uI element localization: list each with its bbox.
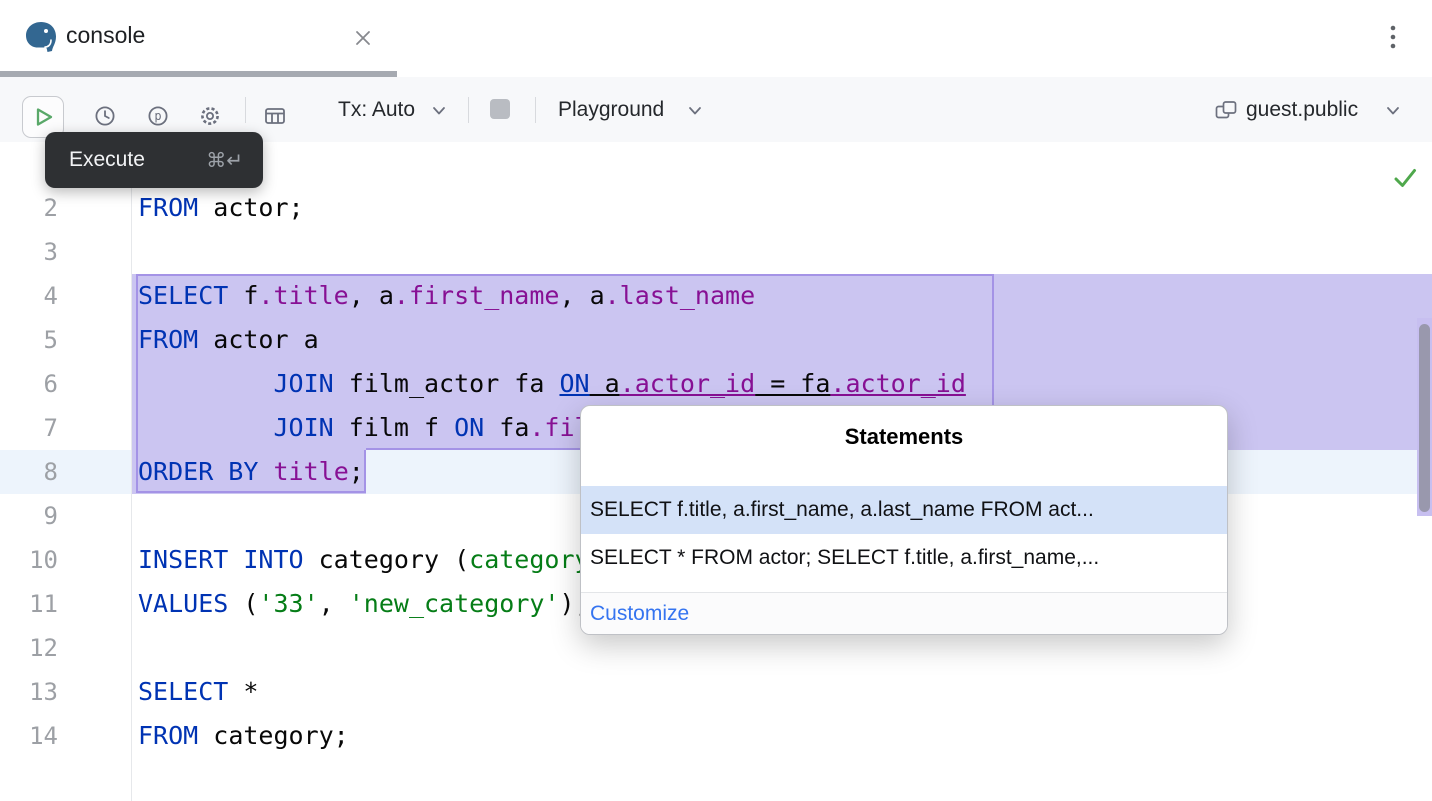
gear-icon: [198, 104, 222, 128]
code-text: SELECT f.title, a.first_name, a.last_nam…: [138, 274, 755, 318]
line-number[interactable]: 13: [0, 670, 58, 714]
popup-footer: Customize: [581, 593, 1227, 634]
statement-item[interactable]: SELECT * FROM actor; SELECT f.title, a.f…: [581, 534, 1227, 582]
line-number[interactable]: 5: [0, 318, 58, 362]
ide-window: console [PostgreSQL]: [0, 0, 1432, 801]
code-text: ORDER BY title;: [138, 450, 364, 494]
stop-button[interactable]: [489, 98, 511, 120]
line-number[interactable]: 3: [0, 230, 58, 274]
line-number[interactable]: 8: [0, 450, 58, 494]
statements-list: SELECT f.title, a.first_name, a.last_nam…: [581, 486, 1227, 582]
statements-popup: Statements SELECT f.title, a.first_name,…: [580, 405, 1228, 635]
line-number[interactable]: 2: [0, 186, 58, 230]
play-icon: [31, 105, 55, 129]
code-text: FROM actor a: [138, 318, 319, 362]
session-selector[interactable]: Playground: [558, 77, 664, 142]
code-text: FROM category;: [138, 714, 349, 758]
more-options-icon[interactable]: [1380, 21, 1406, 53]
editor-line-3[interactable]: 3: [0, 230, 1432, 274]
editor-line-2[interactable]: 2 FROM actor;: [0, 186, 1432, 230]
chevron-down-icon[interactable]: [432, 104, 446, 117]
close-icon[interactable]: [354, 29, 372, 47]
chevron-down-icon[interactable]: [1386, 104, 1400, 117]
code-text: FROM actor;: [138, 186, 304, 230]
results-table-button[interactable]: [255, 96, 295, 136]
editor-line-13[interactable]: 13 SELECT *: [0, 670, 1432, 714]
line-number[interactable]: 10: [0, 538, 58, 582]
editor-line-6[interactable]: 6 JOIN film_actor fa ON a.actor_id = fa.…: [0, 362, 1432, 406]
statement-item[interactable]: SELECT f.title, a.first_name, a.last_nam…: [581, 486, 1227, 534]
scrollbar-thumb[interactable]: [1419, 324, 1430, 512]
svg-text:p: p: [154, 109, 161, 123]
code-text: SELECT *: [138, 670, 258, 714]
inspections-check-icon[interactable]: [1392, 165, 1418, 191]
toolbar-separator: [535, 97, 536, 123]
schema-icon: [1214, 98, 1238, 122]
code-text: JOIN film_actor fa ON a.actor_id = fa.ac…: [138, 362, 966, 406]
popup-title: Statements: [581, 424, 1227, 450]
line-number[interactable]: 11: [0, 582, 58, 626]
tab-title[interactable]: console [PostgreSQL]: [66, 0, 204, 71]
parameters-button[interactable]: p: [138, 96, 178, 136]
tx-mode-selector[interactable]: Tx: Auto: [338, 77, 415, 142]
p-circle-icon: p: [146, 104, 170, 128]
line-number[interactable]: 9: [0, 494, 58, 538]
code-text: VALUES ('33', 'new_category');: [138, 582, 590, 626]
schema-selector[interactable]: guest.public: [1246, 77, 1358, 142]
toolbar-separator: [468, 97, 469, 123]
postgresql-icon: [24, 20, 58, 54]
query-history-button[interactable]: [85, 96, 125, 136]
line-number[interactable]: 12: [0, 626, 58, 670]
tab-bar: console [PostgreSQL]: [0, 0, 1432, 78]
editor-line-14[interactable]: 14 FROM category;: [0, 714, 1432, 758]
line-number[interactable]: 4: [0, 274, 58, 318]
customize-link[interactable]: Customize: [590, 593, 689, 634]
chevron-down-icon[interactable]: [688, 104, 702, 117]
editor-line-4[interactable]: 4 SELECT f.title, a.first_name, a.last_na…: [0, 274, 1432, 318]
clock-icon: [93, 104, 117, 128]
toolbar-separator: [245, 97, 246, 123]
table-icon: [263, 104, 287, 128]
tooltip-label: Execute: [69, 148, 145, 172]
settings-button[interactable]: [190, 96, 230, 136]
execute-tooltip: Execute ⌘↵: [45, 132, 263, 188]
tooltip-shortcut: ⌘↵: [206, 148, 243, 173]
line-number[interactable]: 7: [0, 406, 58, 450]
line-number[interactable]: 6: [0, 362, 58, 406]
editor-line-5[interactable]: 5 FROM actor a: [0, 318, 1432, 362]
line-number[interactable]: 14: [0, 714, 58, 758]
